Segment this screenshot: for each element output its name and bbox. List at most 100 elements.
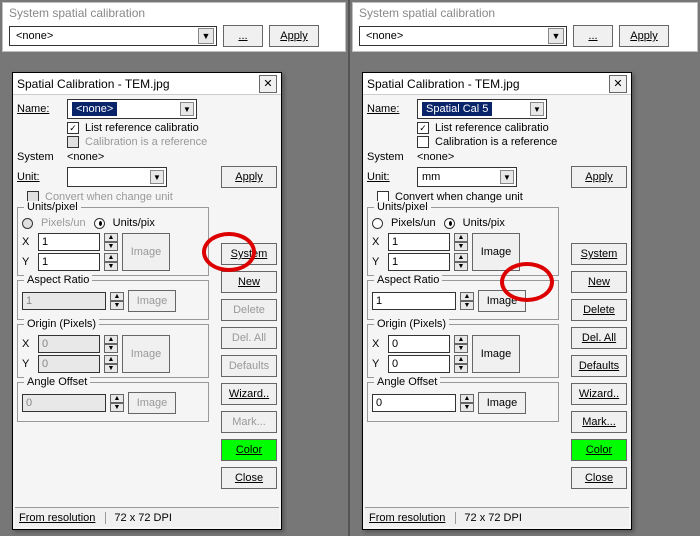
new-button[interactable]: New — [221, 271, 277, 293]
dialog-title-text: Spatial Calibration - TEM.jpg — [367, 77, 520, 91]
unit-select[interactable]: ▼ — [67, 167, 167, 187]
angle-spinner[interactable]: ▲▼ — [110, 394, 124, 412]
system-value: <none> — [67, 151, 104, 163]
name-label: Name: — [367, 103, 413, 115]
units-per-pixel-radio[interactable] — [94, 218, 105, 229]
close-button[interactable]: ✕ — [609, 75, 627, 93]
aspect-ratio-group: Aspect Ratio 1 ▲▼ Image — [367, 280, 559, 320]
x-spinner[interactable]: ▲▼ — [454, 233, 468, 251]
units-pixel-group: Units/pixel Pixels/un Units/pix X 1 ▲▼ I… — [367, 207, 559, 276]
y-spinner[interactable]: ▲▼ — [104, 253, 118, 271]
delete-all-button: Del. All — [221, 327, 277, 349]
origin-x-input[interactable]: 0 — [388, 335, 450, 353]
dialog-titlebar: Spatial Calibration - TEM.jpg ✕ — [13, 73, 281, 95]
calibration-reference-checkbox[interactable]: Calibration is a reference — [417, 136, 627, 148]
x-spinner[interactable]: ▲▼ — [104, 233, 118, 251]
new-button[interactable]: New — [571, 271, 627, 293]
units-per-pixel-radio[interactable] — [444, 218, 455, 229]
calibration-reference-checkbox: Calibration is a reference — [67, 136, 277, 148]
name-label: Name: — [17, 103, 63, 115]
browse-button[interactable]: ... — [223, 25, 263, 47]
origin-y-input[interactable]: 0 — [388, 355, 450, 373]
image-button[interactable]: Image — [472, 233, 520, 271]
system-select[interactable]: <none> ▼ — [9, 26, 217, 46]
image-button: Image — [122, 335, 170, 373]
unit-select[interactable]: mm ▼ — [417, 167, 517, 187]
name-select[interactable]: <none> ▼ — [67, 99, 197, 119]
image-button[interactable]: Image — [478, 392, 526, 414]
image-button[interactable]: Image — [478, 290, 526, 312]
apply-button[interactable]: Apply — [619, 25, 669, 47]
aspect-input[interactable]: 1 — [372, 292, 456, 310]
spatial-calibration-dialog: Spatial Calibration - TEM.jpg ✕ Name: <n… — [12, 72, 282, 530]
apply-button[interactable]: Apply — [269, 25, 319, 47]
defaults-button[interactable]: Defaults — [571, 355, 627, 377]
y-input[interactable]: 1 — [388, 253, 450, 271]
apply-button[interactable]: Apply — [221, 166, 277, 188]
image-button: Image — [122, 233, 170, 271]
defaults-button: Defaults — [221, 355, 277, 377]
angle-offset-group: Angle Offset 0 ▲▼ Image — [367, 382, 559, 422]
image-button: Image — [128, 392, 176, 414]
origin-group: Origin (Pixels) X 0 ▲▼ Image Y 0 ▲▼ — [17, 324, 209, 378]
origin-x-spinner[interactable]: ▲▼ — [454, 335, 468, 353]
aspect-spinner[interactable]: ▲▼ — [110, 292, 124, 310]
system-button[interactable]: System — [221, 243, 277, 265]
browse-button[interactable]: ... — [573, 25, 613, 47]
x-input[interactable]: 1 — [38, 233, 100, 251]
origin-group: Origin (Pixels) X 0 ▲▼ Image Y 0 ▲▼ — [367, 324, 559, 378]
chevron-down-icon: ▼ — [150, 170, 164, 184]
y-input[interactable]: 1 — [38, 253, 100, 271]
system-label: System — [367, 151, 413, 163]
system-bar-title: System spatial calibration — [3, 3, 345, 23]
unit-label: Unit: — [17, 171, 63, 183]
image-button: Image — [128, 290, 176, 312]
angle-spinner[interactable]: ▲▼ — [460, 394, 474, 412]
mark-button: Mark... — [221, 411, 277, 433]
status-bar: From resolution 72 x 72 DPI — [15, 507, 279, 527]
system-select[interactable]: <none> ▼ — [359, 26, 567, 46]
name-select[interactable]: Spatial Cal 5 ▼ — [417, 99, 547, 119]
pixels-per-unit-radio — [22, 218, 33, 229]
angle-input[interactable]: 0 — [372, 394, 456, 412]
dialog-title-text: Spatial Calibration - TEM.jpg — [17, 77, 170, 91]
angle-input: 0 — [22, 394, 106, 412]
units-pixel-group: Units/pixel Pixels/un Units/pix X 1 ▲▼ I… — [17, 207, 209, 276]
close-button[interactable]: Close — [221, 467, 277, 489]
wizard-button[interactable]: Wizard.. — [221, 383, 277, 405]
origin-y-input: 0 — [38, 355, 100, 373]
system-bar: System spatial calibration <none> ▼ ... … — [352, 2, 698, 52]
delete-button[interactable]: Delete — [571, 299, 627, 321]
close-button[interactable]: Close — [571, 467, 627, 489]
system-value: <none> — [417, 151, 454, 163]
angle-offset-group: Angle Offset 0 ▲▼ Image — [17, 382, 209, 422]
pixels-per-unit-radio[interactable] — [372, 218, 383, 229]
chevron-down-icon: ▼ — [180, 102, 194, 116]
origin-y-spinner[interactable]: ▲▼ — [454, 355, 468, 373]
aspect-spinner[interactable]: ▲▼ — [460, 292, 474, 310]
list-reference-checkbox[interactable]: ✓List reference calibratio — [417, 122, 627, 134]
image-button[interactable]: Image — [472, 335, 520, 373]
origin-x-spinner[interactable]: ▲▼ — [104, 335, 118, 353]
delete-all-button[interactable]: Del. All — [571, 327, 627, 349]
apply-button[interactable]: Apply — [571, 166, 627, 188]
y-spinner[interactable]: ▲▼ — [454, 253, 468, 271]
aspect-input: 1 — [22, 292, 106, 310]
system-button[interactable]: System — [571, 243, 627, 265]
chevron-down-icon: ▼ — [548, 28, 564, 44]
mark-button[interactable]: Mark... — [571, 411, 627, 433]
origin-y-spinner[interactable]: ▲▼ — [104, 355, 118, 373]
dialog-titlebar: Spatial Calibration - TEM.jpg ✕ — [363, 73, 631, 95]
close-button[interactable]: ✕ — [259, 75, 277, 93]
color-button[interactable]: Color — [571, 439, 627, 461]
list-reference-checkbox[interactable]: ✓List reference calibratio — [67, 122, 277, 134]
aspect-ratio-group: Aspect Ratio 1 ▲▼ Image — [17, 280, 209, 320]
chevron-down-icon: ▼ — [198, 28, 214, 44]
wizard-button[interactable]: Wizard.. — [571, 383, 627, 405]
chevron-down-icon: ▼ — [500, 170, 514, 184]
system-bar: System spatial calibration <none> ▼ ... … — [2, 2, 346, 52]
x-input[interactable]: 1 — [388, 233, 450, 251]
origin-x-input: 0 — [38, 335, 100, 353]
status-bar: From resolution 72 x 72 DPI — [365, 507, 629, 527]
color-button[interactable]: Color — [221, 439, 277, 461]
